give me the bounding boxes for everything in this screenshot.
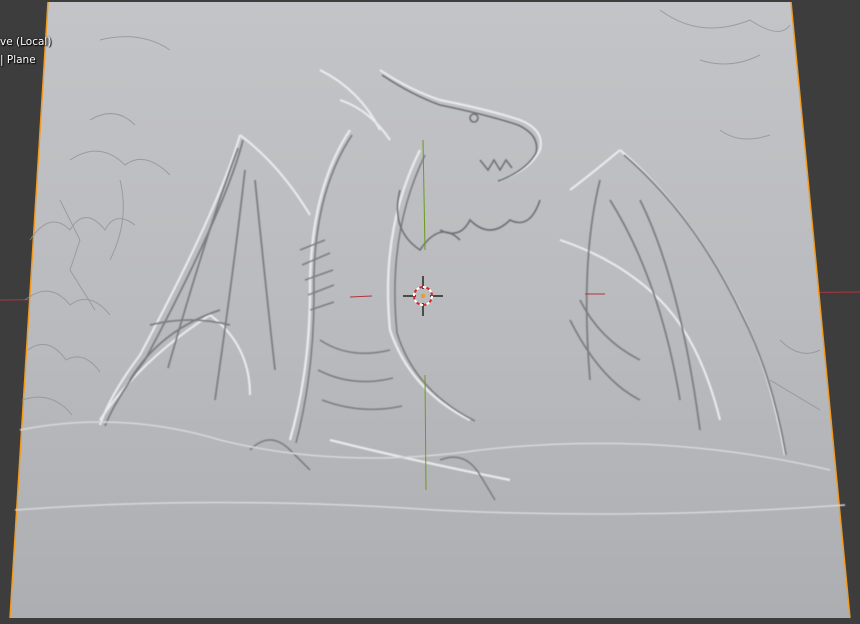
view-mode-label: ve (Local) (0, 36, 52, 48)
3d-viewport[interactable]: ve (Local) | Plane (0, 0, 860, 624)
viewport-canvas[interactable] (0, 0, 860, 624)
plane-mesh[interactable] (10, 2, 850, 618)
active-object-label: | Plane (0, 54, 36, 66)
